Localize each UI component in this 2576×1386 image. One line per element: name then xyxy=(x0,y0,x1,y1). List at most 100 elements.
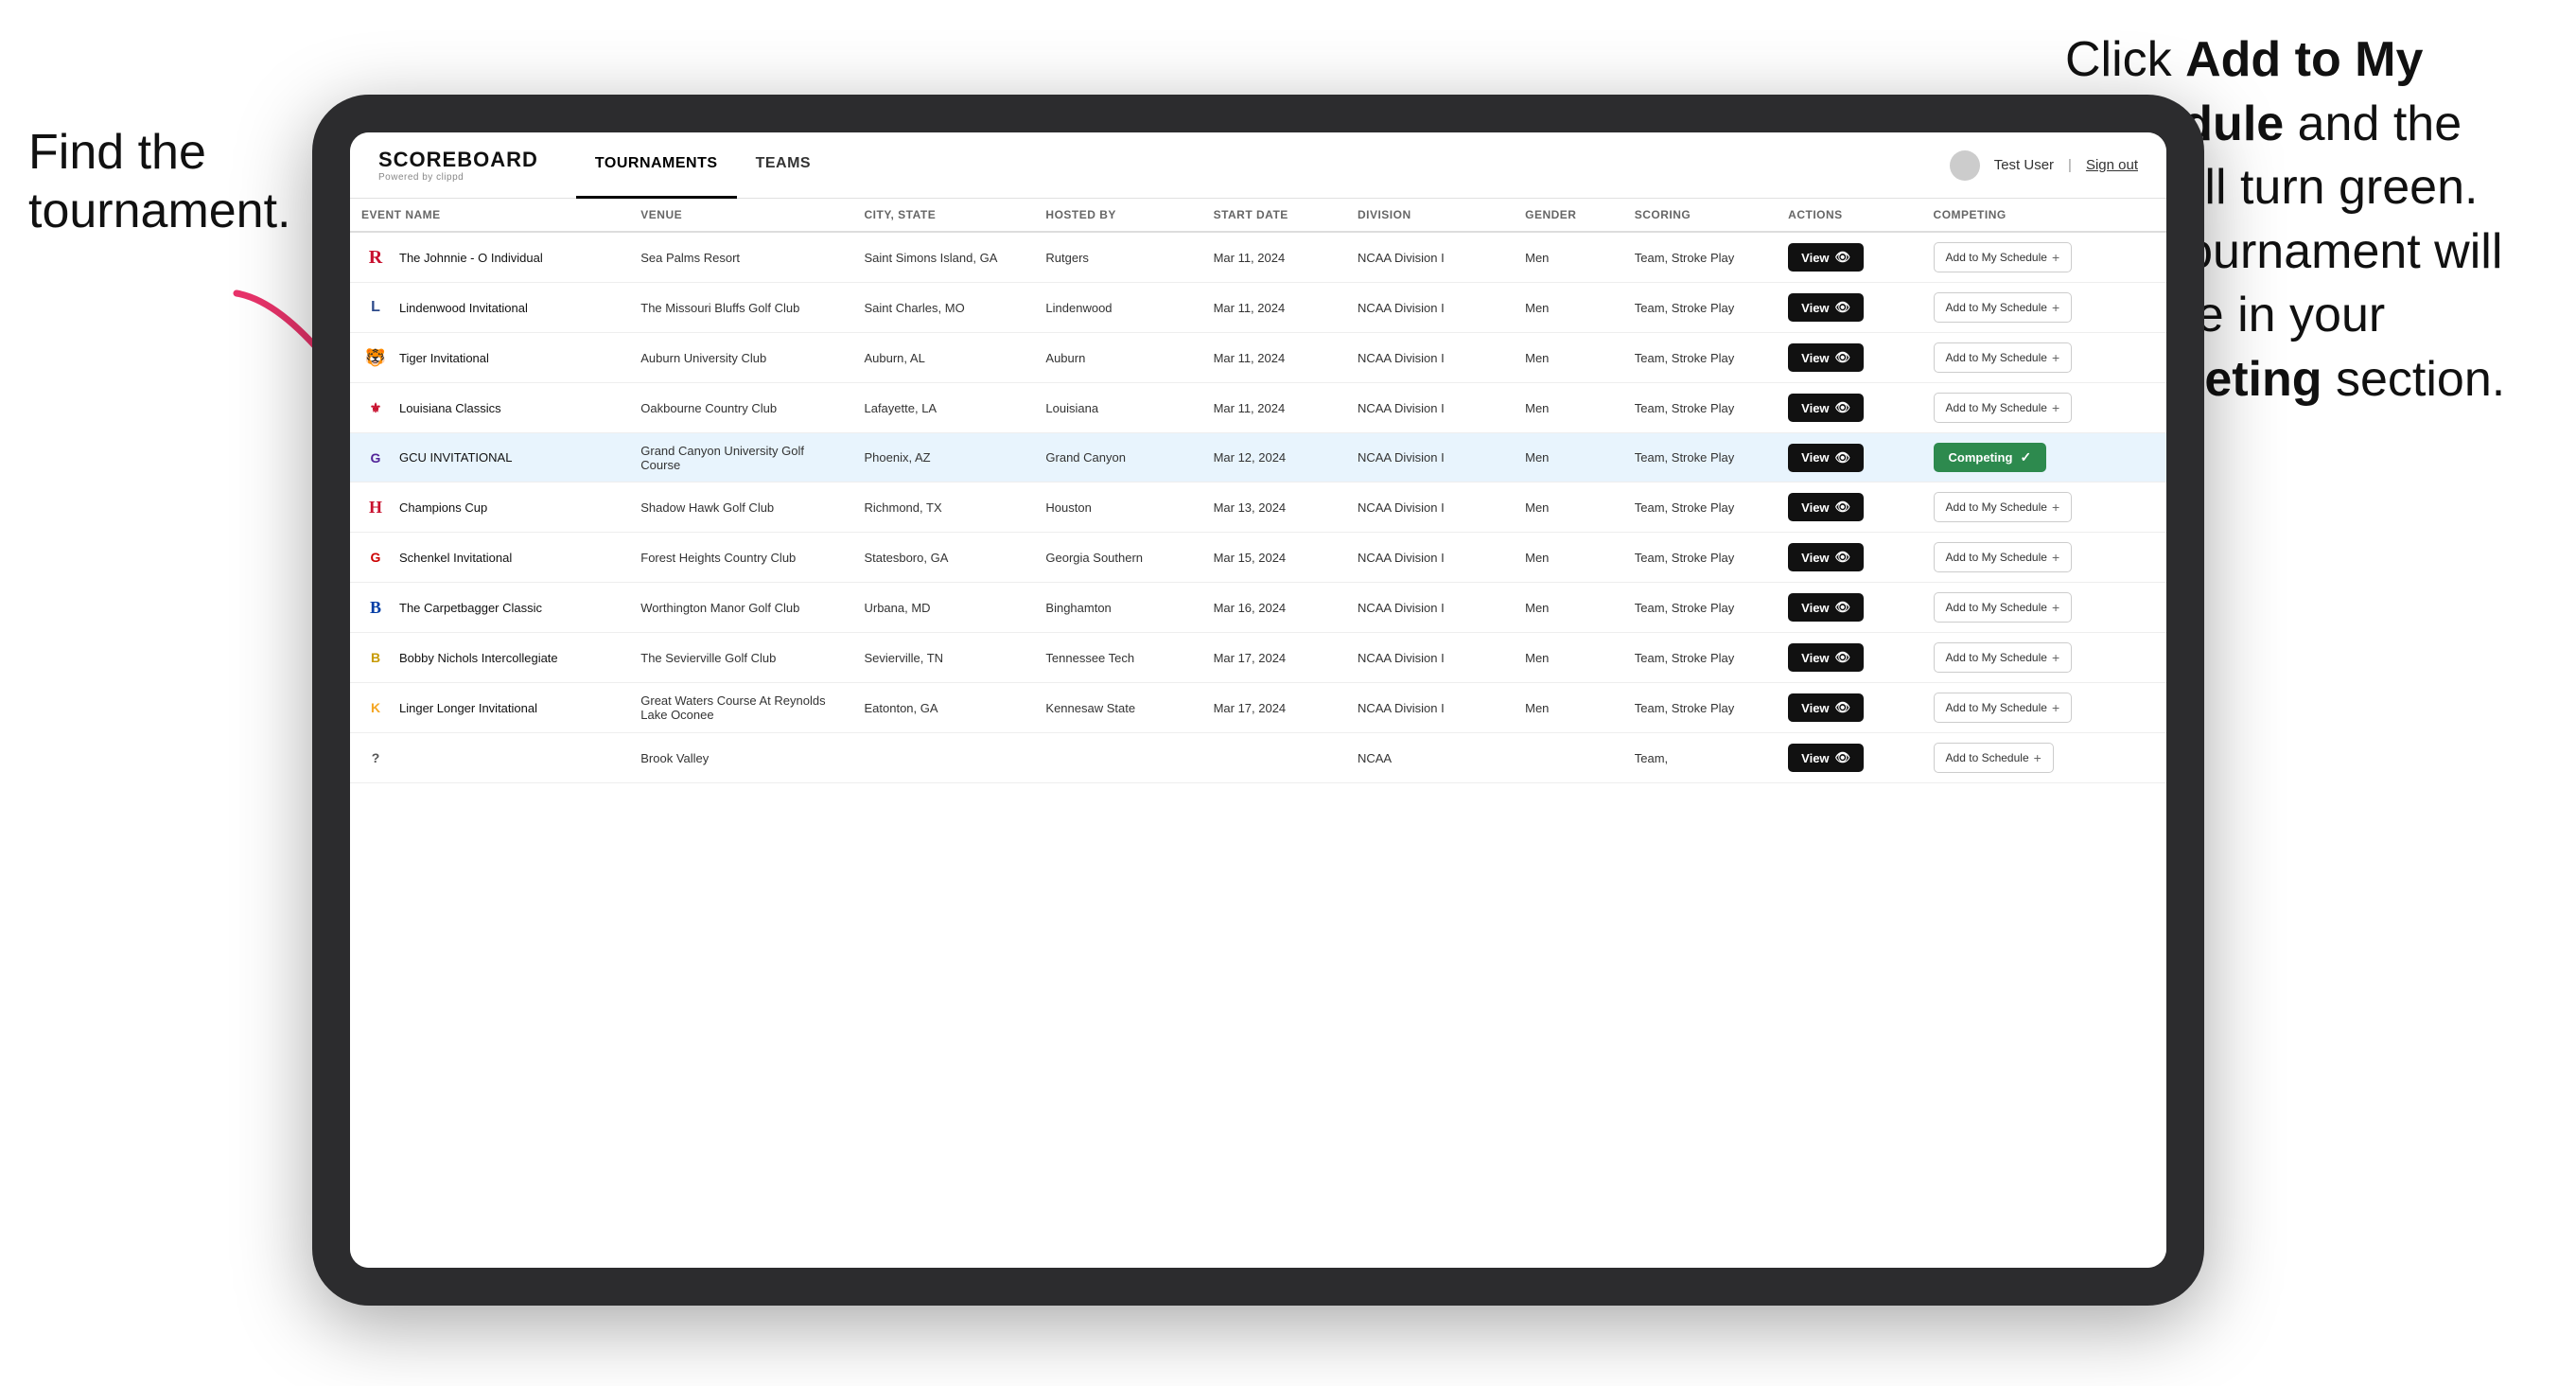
venue-cell: Great Waters Course At Reynolds Lake Oco… xyxy=(629,683,852,733)
actions-cell: View 👁 xyxy=(1777,333,1921,383)
add-to-schedule-button[interactable]: Add to My Schedule + xyxy=(1934,542,2073,572)
venue-cell: The Sevierville Golf Club xyxy=(629,633,852,683)
division-cell: NCAA Division I xyxy=(1346,683,1514,733)
hosted-cell: Grand Canyon xyxy=(1034,433,1201,482)
competing-cell: Add to My Schedule + xyxy=(1922,333,2166,383)
view-button[interactable]: View 👁 xyxy=(1788,693,1864,722)
venue-cell: Shadow Hawk Golf Club xyxy=(629,482,852,533)
event-name: The Carpetbagger Classic xyxy=(399,601,542,615)
city-cell: Phoenix, AZ xyxy=(852,433,1034,482)
date-cell: Mar 12, 2024 xyxy=(1202,433,1346,482)
competing-cell: Add to My Schedule + xyxy=(1922,533,2166,583)
city-cell: Saint Charles, MO xyxy=(852,283,1034,333)
sign-out-link[interactable]: Sign out xyxy=(2086,157,2138,173)
competing-cell: Add to My Schedule + xyxy=(1922,683,2166,733)
gender-cell: Men xyxy=(1514,333,1623,383)
plus-icon: + xyxy=(2052,350,2059,365)
add-to-schedule-button[interactable]: Add to My Schedule + xyxy=(1934,592,2073,623)
competing-cell: Add to Schedule + xyxy=(1922,733,2166,783)
view-button[interactable]: View 👁 xyxy=(1788,543,1864,571)
add-to-schedule-button[interactable]: Add to Schedule + xyxy=(1934,743,2054,773)
table-row: B The Carpetbagger Classic Worthington M… xyxy=(350,583,2166,633)
team-logo: 🐯 xyxy=(361,343,390,372)
scoring-cell: Team, Stroke Play xyxy=(1623,583,1777,633)
view-button[interactable]: View 👁 xyxy=(1788,343,1864,372)
date-cell: Mar 11, 2024 xyxy=(1202,383,1346,433)
tab-tournaments[interactable]: TOURNAMENTS xyxy=(576,132,737,199)
division-cell: NCAA Division I xyxy=(1346,583,1514,633)
division-cell: NCAA Division I xyxy=(1346,433,1514,482)
scoring-cell: Team, Stroke Play xyxy=(1623,433,1777,482)
nav-tabs: TOURNAMENTS TEAMS xyxy=(576,132,1950,199)
hosted-cell: Tennessee Tech xyxy=(1034,633,1201,683)
add-to-schedule-button[interactable]: Add to My Schedule + xyxy=(1934,492,2073,522)
division-cell: NCAA Division I xyxy=(1346,482,1514,533)
view-button[interactable]: View 👁 xyxy=(1788,293,1864,322)
view-button[interactable]: View 👁 xyxy=(1788,493,1864,521)
table-row: B Bobby Nichols Intercollegiate The Sevi… xyxy=(350,633,2166,683)
plus-icon: + xyxy=(2052,250,2059,265)
eye-icon: 👁 xyxy=(1835,250,1851,265)
view-button[interactable]: View 👁 xyxy=(1788,643,1864,672)
gender-cell: Men xyxy=(1514,633,1623,683)
venue-cell: Brook Valley xyxy=(629,733,852,783)
actions-cell: View 👁 xyxy=(1777,583,1921,633)
event-name-cell: ⚜ Louisiana Classics xyxy=(350,383,629,433)
add-to-schedule-button[interactable]: Add to My Schedule + xyxy=(1934,242,2073,272)
view-button[interactable]: View 👁 xyxy=(1788,243,1864,272)
logo-sub: Powered by clippd xyxy=(378,172,538,183)
tablet-screen: SCOREBOARD Powered by clippd TOURNAMENTS… xyxy=(350,132,2166,1268)
actions-cell: View 👁 xyxy=(1777,533,1921,583)
event-name: Lindenwood Invitational xyxy=(399,301,528,315)
view-button[interactable]: View 👁 xyxy=(1788,593,1864,622)
event-name-cell: 🐯 Tiger Invitational xyxy=(350,333,629,383)
table-row: 🐯 Tiger Invitational Auburn University C… xyxy=(350,333,2166,383)
avatar xyxy=(1950,150,1980,181)
hosted-cell: Rutgers xyxy=(1034,232,1201,283)
add-to-schedule-button[interactable]: Add to My Schedule + xyxy=(1934,292,2073,323)
hosted-cell: Auburn xyxy=(1034,333,1201,383)
competing-cell: Add to My Schedule + xyxy=(1922,482,2166,533)
event-name: Schenkel Invitational xyxy=(399,551,512,565)
competing-cell: Add to My Schedule + xyxy=(1922,232,2166,283)
divider: | xyxy=(2068,157,2072,173)
hosted-cell: Louisiana xyxy=(1034,383,1201,433)
division-cell: NCAA Division I xyxy=(1346,283,1514,333)
view-button[interactable]: View 👁 xyxy=(1788,394,1864,422)
date-cell: Mar 11, 2024 xyxy=(1202,333,1346,383)
division-cell: NCAA Division I xyxy=(1346,633,1514,683)
gender-cell: Men xyxy=(1514,433,1623,482)
division-cell: NCAA Division I xyxy=(1346,533,1514,583)
city-cell xyxy=(852,733,1034,783)
plus-icon: + xyxy=(2052,650,2059,665)
event-name-cell: B The Carpetbagger Classic xyxy=(350,583,629,633)
add-to-schedule-button[interactable]: Add to My Schedule + xyxy=(1934,642,2073,673)
actions-cell: View 👁 xyxy=(1777,733,1921,783)
city-cell: Auburn, AL xyxy=(852,333,1034,383)
view-button[interactable]: View 👁 xyxy=(1788,444,1864,472)
event-name: Louisiana Classics xyxy=(399,401,501,415)
division-cell: NCAA Division I xyxy=(1346,232,1514,283)
gender-cell xyxy=(1514,733,1623,783)
tab-teams[interactable]: TEAMS xyxy=(737,132,831,199)
scoring-cell: Team, Stroke Play xyxy=(1623,633,1777,683)
venue-cell: Grand Canyon University Golf Course xyxy=(629,433,852,482)
event-name-cell: H Champions Cup xyxy=(350,482,629,533)
team-logo: ? xyxy=(361,744,390,772)
add-to-schedule-button[interactable]: Add to My Schedule + xyxy=(1934,342,2073,373)
gender-cell: Men xyxy=(1514,232,1623,283)
table-row: G GCU INVITATIONAL Grand Canyon Universi… xyxy=(350,433,2166,482)
competing-button[interactable]: Competing ✓ xyxy=(1934,443,2047,472)
date-cell: Mar 15, 2024 xyxy=(1202,533,1346,583)
event-name-cell: R The Johnnie - O Individual xyxy=(350,232,629,283)
add-to-schedule-button[interactable]: Add to My Schedule + xyxy=(1934,393,2073,423)
hosted-cell: Lindenwood xyxy=(1034,283,1201,333)
add-to-schedule-button[interactable]: Add to My Schedule + xyxy=(1934,693,2073,723)
venue-cell: Worthington Manor Golf Club xyxy=(629,583,852,633)
col-header-venue: VENUE xyxy=(629,199,852,232)
competing-cell: Add to My Schedule + xyxy=(1922,633,2166,683)
team-logo: B xyxy=(361,593,390,622)
event-name: GCU INVITATIONAL xyxy=(399,450,512,465)
scoring-cell: Team, Stroke Play xyxy=(1623,232,1777,283)
view-button[interactable]: View 👁 xyxy=(1788,744,1864,772)
